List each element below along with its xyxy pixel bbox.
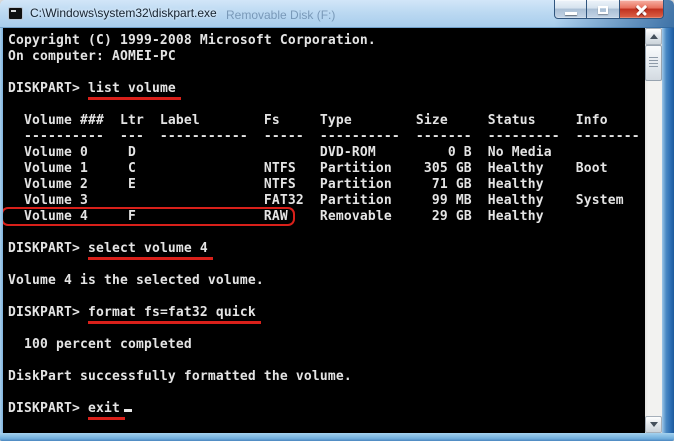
chevron-down-icon (650, 422, 658, 427)
prompt-label: DISKPART> (8, 401, 88, 416)
console-line: ---------- --- ----------- ----- -------… (8, 129, 645, 145)
console-line (8, 353, 645, 369)
console-line: Volume 0 D DVD-ROM 0 B No Media (8, 145, 645, 161)
prompt-label: DISKPART> (8, 81, 88, 96)
console-output[interactable]: Copyright (C) 1999-2008 Microsoft Corpor… (3, 28, 645, 433)
command-text-annotated: select volume 4 (88, 241, 213, 260)
command-text-annotated: format fs=fat32 quick (88, 305, 261, 324)
prompt-label: DISKPART> (8, 305, 88, 320)
vertical-scrollbar[interactable] (645, 28, 662, 433)
console-line: DISKPART> list volume (8, 81, 645, 97)
console-line: Copyright (C) 1999-2008 Microsoft Corpor… (8, 33, 645, 49)
console-line: 100 percent completed (8, 337, 645, 353)
console-line: DISKPART> select volume 4 (8, 241, 645, 257)
close-icon (635, 5, 648, 16)
console-line: On computer: AOMEI-PC (8, 49, 645, 65)
console-line (8, 385, 645, 401)
console-line: DiskPart successfully formatted the volu… (8, 369, 645, 385)
close-button[interactable] (620, 0, 664, 19)
console-line: Volume 4 F RAW Removable 29 GB Healthy (8, 209, 645, 225)
scrollbar-down-button[interactable] (645, 416, 662, 433)
console-line: Volume 4 is the selected volume. (8, 273, 645, 289)
minimize-button[interactable] (554, 0, 587, 19)
command-text-annotated: list volume (88, 81, 181, 100)
console-line: Volume ### Ltr Label Fs Type Size Status… (8, 113, 645, 129)
console-text: Removable 29 GB Healthy (288, 209, 544, 224)
annotation-box: Volume 4 F RAW (3, 209, 293, 224)
chevron-up-icon (650, 34, 658, 39)
background-window-title: Removable Disk (F:) (226, 8, 335, 22)
console-line: Volume 2 E NTFS Partition 71 GB Healthy (8, 177, 645, 193)
prompt-label: DISKPART> (8, 241, 88, 256)
text-cursor (124, 409, 132, 412)
console-line: Volume 1 C NTFS Partition 305 GB Healthy… (8, 161, 645, 177)
console-icon (8, 7, 23, 20)
scrollbar-thumb[interactable] (645, 45, 662, 81)
console-line (8, 65, 645, 81)
console-line (8, 289, 645, 305)
window-border-right[interactable] (662, 28, 674, 433)
command-text-annotated: exit (88, 401, 125, 420)
console-line: DISKPART> format fs=fat32 quick (8, 305, 645, 321)
maximize-button[interactable] (587, 0, 620, 19)
scrollbar-up-button[interactable] (645, 28, 662, 45)
console-line: Volume 3 FAT32 Partition 99 MB Healthy S… (8, 193, 645, 209)
window-border-left[interactable] (0, 28, 3, 433)
console-line (8, 225, 645, 241)
window-border-bottom[interactable] (0, 433, 674, 441)
console-line: DISKPART> exit (8, 401, 645, 417)
minimize-icon (565, 12, 577, 15)
window-title: C:\Windows\system32\diskpart.exe (30, 6, 217, 20)
title-bar[interactable]: Removable Disk (F:) C:\Windows\system32\… (0, 0, 674, 28)
diskpart-window: Removable Disk (F:) C:\Windows\system32\… (0, 0, 674, 441)
window-controls (554, 0, 664, 19)
maximize-icon (598, 6, 608, 14)
